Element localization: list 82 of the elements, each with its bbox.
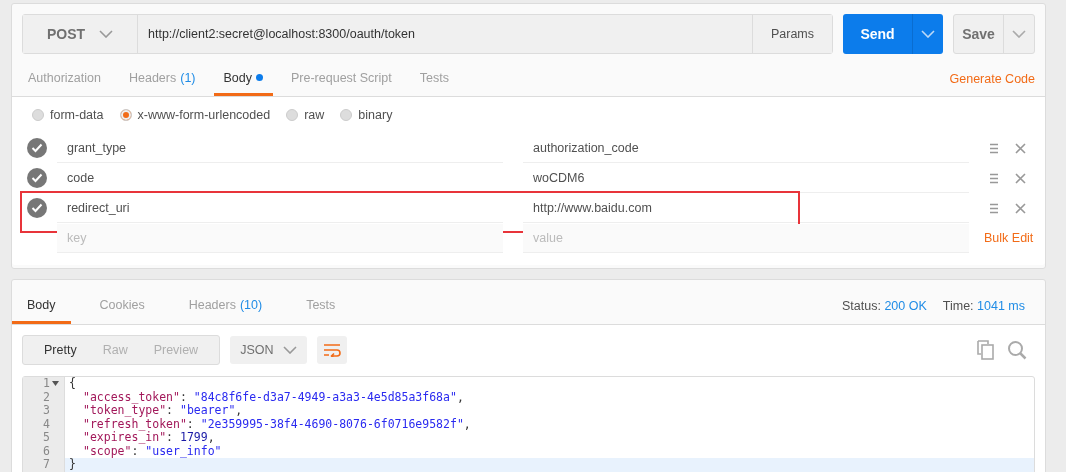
code-number: 1799 (179, 430, 208, 444)
code-punctuation: : (166, 403, 174, 417)
param-value-cell[interactable]: authorization_code (523, 133, 969, 163)
radio-label[interactable]: form-data (50, 108, 104, 122)
send-button[interactable]: Send (843, 14, 912, 54)
code-string: "bearer" (179, 403, 236, 417)
param-key-cell[interactable]: code (57, 163, 503, 193)
radio-label[interactable]: x-www-form-urlencoded (137, 108, 271, 122)
generate-code-link[interactable]: Generate Code (949, 64, 1045, 86)
bulk-edit-link[interactable]: Bulk Edit (984, 231, 1034, 245)
radio-button[interactable] (340, 109, 353, 121)
code-punctuation: : (186, 416, 195, 431)
param-key-cell[interactable]: grant_type (57, 133, 503, 163)
status-label: Status: (841, 299, 881, 313)
copy-icon[interactable] (977, 340, 995, 360)
drag-handle-icon[interactable] (989, 142, 999, 154)
request-tab[interactable]: Authorization (18, 54, 111, 96)
time-value: 1041 ms (977, 299, 1025, 313)
code-key: "access_token" (83, 389, 180, 404)
method-dropdown[interactable]: POST (23, 15, 138, 53)
line-number: 3 (43, 404, 50, 418)
line-number: 2 (43, 390, 50, 404)
code-key: "token_type" (83, 403, 167, 417)
response-tab[interactable]: Cookies (84, 280, 160, 324)
close-icon[interactable] (1015, 142, 1026, 154)
close-icon[interactable] (1015, 172, 1026, 184)
code-punctuation: , (456, 389, 464, 404)
radio-label[interactable]: binary (358, 108, 393, 122)
drag-handle-icon[interactable] (989, 202, 999, 214)
code-punctuation: , (207, 430, 215, 444)
params-button[interactable]: Params (752, 15, 832, 53)
code-punctuation: , (235, 403, 243, 417)
chevron-down-icon (283, 346, 298, 354)
code-punctuation: : (166, 430, 174, 444)
chevron-down-icon (1012, 30, 1026, 38)
line-number: 7 (43, 458, 50, 472)
radio-button[interactable] (32, 109, 44, 121)
code-string: "user_info" (145, 443, 222, 458)
url-field[interactable]: http://client2:secret@localhost:8300/oauth/token (138, 15, 752, 53)
code-key: "refresh_token" (83, 416, 187, 431)
code-punctuation: : (179, 389, 188, 404)
close-icon[interactable] (1015, 202, 1026, 214)
param-key-cell[interactable]: redirect_uri (57, 193, 503, 223)
request-tab[interactable]: Tests (409, 54, 459, 96)
line-number: 1 (43, 377, 50, 391)
request-tab[interactable]: Headers (1) (118, 54, 206, 96)
request-tab[interactable]: Pre-request Script (281, 54, 402, 96)
code-key: "scope" (83, 443, 132, 458)
param-value-cell[interactable]: woCDM6 (523, 163, 969, 193)
param-value-cell[interactable]: http://www.baidu.com (523, 193, 969, 223)
checkmark-icon (31, 173, 43, 183)
radio-label[interactable]: raw (304, 108, 325, 122)
radio-button[interactable] (286, 109, 299, 121)
save-button[interactable]: Save (954, 15, 1004, 53)
chevron-down-icon (99, 30, 114, 38)
search-icon[interactable] (1007, 340, 1027, 360)
code-punctuation: , (463, 416, 471, 431)
checkmark-icon (31, 203, 43, 213)
time-label: Time: (942, 299, 974, 313)
code-string: "84c8f6fe-d3a7-4949-a3a3-4e5d85a3f68a" (193, 389, 457, 404)
line-number: 5 (43, 431, 50, 445)
format-dropdown[interactable]: JSON (230, 336, 308, 364)
status-value: 200 OK (884, 299, 927, 313)
line-number: 6 (43, 444, 50, 458)
code-punctuation: { (69, 376, 76, 390)
radio-button[interactable] (119, 109, 132, 121)
chevron-down-icon (921, 30, 935, 38)
checkbox[interactable] (27, 168, 47, 188)
drag-handle-icon[interactable] (989, 172, 999, 184)
wrap-icon (323, 343, 342, 357)
response-tab[interactable]: Headers (10) (173, 280, 278, 324)
wrap-lines-button[interactable] (317, 336, 348, 364)
line-number: 4 (43, 417, 50, 431)
code-punctuation: : (131, 443, 139, 458)
code-punctuation: } (69, 457, 76, 471)
checkmark-icon (31, 143, 43, 153)
code-key: "expires_in" (83, 430, 167, 444)
response-tab[interactable]: Tests (291, 280, 351, 324)
checkbox[interactable] (27, 138, 47, 158)
view-mode-tab[interactable]: Pretty (31, 336, 90, 364)
code-string: "2e359995-38f4-4690-8076-6f0716e9582f" (200, 416, 464, 431)
checkbox[interactable] (27, 198, 47, 218)
